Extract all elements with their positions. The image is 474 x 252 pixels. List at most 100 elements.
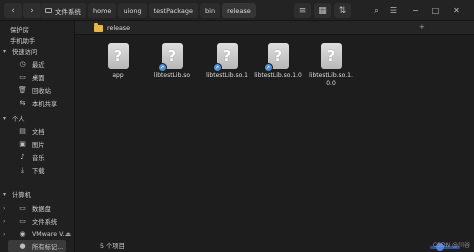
- drive-icon: ▭: [19, 204, 26, 212]
- sidebar-item-label: 音乐: [32, 154, 45, 162]
- tab-release[interactable]: release: [88, 22, 136, 34]
- chevron-down-icon: ▾: [3, 190, 7, 198]
- file-item-libtestlib-so-1[interactable]: ? ↗ libtestLib.so.1: [202, 43, 252, 80]
- main-view: release + ? app ? ↗ libtestLib.so ? ↗ libt…: [75, 21, 474, 252]
- picture-icon: ▣: [19, 140, 26, 148]
- chevron-left-icon: ‹: [11, 5, 15, 16]
- sidebar-item-documents[interactable]: ▤ 文档: [0, 125, 75, 137]
- breadcrumb: 文件系统 home uiong testPackage bin release: [40, 2, 268, 19]
- eject-icon[interactable]: ⏏: [65, 231, 71, 238]
- chevron-right-icon: ›: [3, 204, 6, 212]
- breadcrumb-label: testPackage: [153, 6, 194, 15]
- sidebar-item-label: 所有标记...: [32, 243, 64, 251]
- file-item-libtestlib-so-1-0-0[interactable]: ? libtestLib.so.1.0.0: [307, 43, 355, 88]
- forward-button[interactable]: ›: [23, 3, 41, 18]
- sidebar-item-downloads[interactable]: ⤓ 下载: [0, 164, 75, 176]
- sidebar-item-trash[interactable]: 🗑 回收站: [0, 84, 75, 96]
- sidebar-item-label: 桌面: [32, 74, 45, 82]
- view-list-button[interactable]: ≡: [294, 3, 311, 18]
- back-button[interactable]: ‹: [4, 3, 22, 18]
- file-item-app[interactable]: ? app: [93, 43, 143, 80]
- breadcrumb-uiong[interactable]: uiong: [118, 3, 147, 18]
- sidebar-item-label: 本机共享: [32, 100, 58, 108]
- sort-icon: ⇅: [338, 5, 347, 16]
- breadcrumb-label: release: [227, 6, 251, 15]
- breadcrumb-label: 文件系统: [55, 7, 81, 16]
- breadcrumb-bin[interactable]: bin: [200, 3, 221, 18]
- section-label: 计算机: [12, 191, 31, 199]
- breadcrumb-filesystem[interactable]: 文件系统: [40, 3, 86, 18]
- document-icon: ▤: [19, 127, 26, 135]
- tag-icon: ●: [19, 242, 26, 250]
- sidebar-section-personal[interactable]: ▾ 个人: [0, 112, 75, 124]
- drive-icon: ▭: [19, 217, 26, 225]
- file-name: libtestLib.so.1.0: [254, 72, 302, 79]
- minimize-icon: −: [412, 6, 419, 15]
- sidebar-item-label: 回收站: [32, 87, 51, 95]
- unknown-file-icon: ? ↗: [157, 43, 183, 72]
- sidebar-item-label: 文件系统: [32, 218, 58, 226]
- sidebar-item-filesystem[interactable]: › ▭ 文件系统: [0, 215, 75, 227]
- sidebar-section-quick-access[interactable]: ▾ 快速访问: [0, 45, 75, 57]
- hamburger-icon: ☰: [389, 6, 398, 15]
- close-icon: ✕: [453, 6, 460, 15]
- sidebar-item-recent[interactable]: ◷ 最近: [0, 58, 75, 70]
- close-button[interactable]: ✕: [449, 3, 464, 18]
- file-item-libtestlib-so-1-0[interactable]: ? ↗ libtestLib.so.1.0: [253, 43, 303, 80]
- breadcrumb-label: uiong: [123, 6, 142, 15]
- clock-icon: ◷: [19, 60, 26, 68]
- unknown-file-icon: ? ↗: [263, 43, 289, 72]
- symlink-icon: ↗: [212, 63, 222, 72]
- sidebar-item-all-tags[interactable]: ● 所有标记...: [8, 240, 66, 252]
- file-name: libtestLib.so: [153, 72, 191, 79]
- sidebar-item-music[interactable]: ♪ 音乐: [0, 151, 75, 163]
- breadcrumb-home[interactable]: home: [88, 3, 117, 18]
- breadcrumb-release[interactable]: release: [222, 3, 256, 18]
- item-count: 5 个项目: [100, 243, 125, 250]
- search-icon: ⌕: [374, 5, 379, 15]
- breadcrumb-label: home: [93, 6, 112, 15]
- symlink-icon: ↗: [157, 63, 167, 72]
- grid-view-icon: ▦: [318, 5, 327, 16]
- download-icon: ⤓: [20, 165, 25, 174]
- section-label: 个人: [12, 115, 25, 123]
- menu-button[interactable]: ☰: [386, 3, 401, 18]
- maximize-button[interactable]: □: [428, 3, 443, 18]
- sidebar-item-label: 手机助手: [10, 37, 36, 45]
- minimize-button[interactable]: −: [408, 3, 423, 18]
- folder-icon: [94, 22, 103, 32]
- file-name: app: [112, 72, 124, 79]
- sidebar: 保护房 手机助手 ▾ 快速访问 ◷ 最近 ▭ 桌面 🗑 回收站 ⇆ 本机共享 ▾ 个人 …: [0, 21, 75, 252]
- sidebar-item-desktop[interactable]: ▭ 桌面: [0, 71, 75, 83]
- sort-button[interactable]: ⇅: [334, 3, 351, 18]
- symlink-icon: ↗: [263, 63, 273, 72]
- breadcrumb-testpackage[interactable]: testPackage: [148, 3, 199, 18]
- maximize-icon: □: [431, 6, 440, 15]
- sidebar-item-label: 数据盘: [32, 205, 51, 213]
- trash-icon: 🗑: [18, 86, 27, 94]
- sidebar-section-computer[interactable]: ▾ 计算机: [0, 188, 75, 200]
- list-view-icon: ≡: [298, 5, 307, 16]
- unknown-file-icon: ?: [107, 43, 129, 69]
- view-grid-button[interactable]: ▦: [314, 3, 331, 18]
- watermark: CSDN @川谷: [433, 240, 470, 249]
- sidebar-item-pictures[interactable]: ▣ 图片: [0, 138, 75, 150]
- chevron-right-icon: ›: [30, 5, 34, 16]
- watermark-text: CSDN @川谷: [432, 242, 470, 249]
- section-label: 快速访问: [12, 48, 38, 56]
- status-bar: 5 个项目: [75, 239, 474, 252]
- sidebar-item-label: 图片: [32, 141, 45, 149]
- unknown-file-icon: ?: [320, 43, 342, 69]
- file-item-libtestlib-so[interactable]: ? ↗ libtestLib.so: [147, 43, 197, 80]
- file-manager-window: ‹ › 文件系统 home uiong testPackage bin rele…: [0, 0, 474, 252]
- sidebar-item-shared[interactable]: ⇆ 本机共享: [0, 97, 75, 109]
- sidebar-item-label: VMware V...: [32, 230, 69, 238]
- search-button[interactable]: ⌕: [369, 3, 384, 18]
- sidebar-item-vmware[interactable]: › ◉ VMware V... ⏏: [0, 228, 75, 240]
- file-name: libtestLib.so.1.0.0: [309, 72, 353, 87]
- tab-add-icon[interactable]: +: [419, 23, 425, 31]
- share-icon: ⇆: [19, 99, 26, 107]
- drive-icon: [45, 8, 52, 13]
- sidebar-item-data-disk[interactable]: › ▭ 数据盘: [0, 202, 75, 214]
- breadcrumb-label: bin: [205, 6, 216, 15]
